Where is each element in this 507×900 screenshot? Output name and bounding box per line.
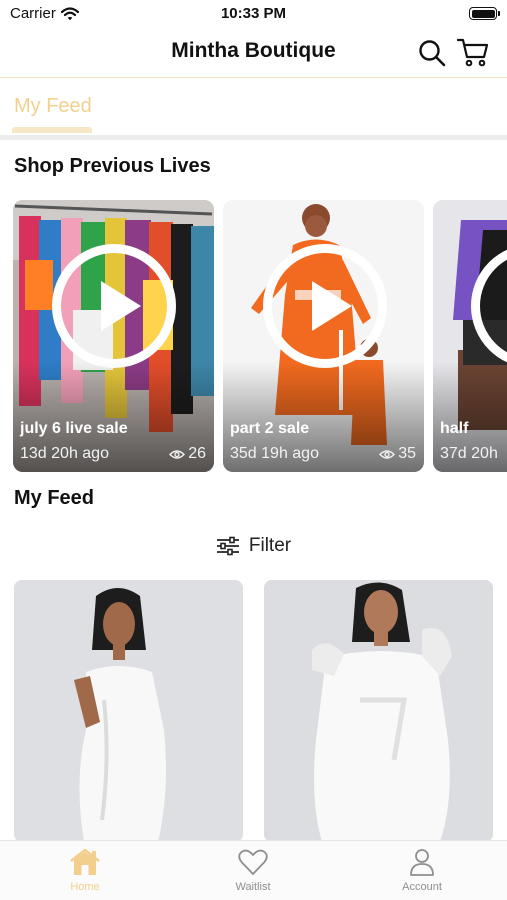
eye-icon	[169, 449, 186, 459]
home-icon	[70, 848, 100, 875]
tab-home[interactable]: Home	[30, 848, 140, 898]
tab-account-label: Account	[402, 881, 442, 893]
battery-icon	[469, 7, 500, 20]
live-title: part 2 sale	[230, 420, 310, 437]
previous-lives-heading: Shop Previous Lives	[14, 155, 211, 177]
tabs-divider	[0, 135, 507, 140]
cart-icon[interactable]	[457, 37, 489, 67]
play-icon[interactable]	[52, 244, 176, 368]
tab-waitlist-label: Waitlist	[235, 881, 271, 893]
my-feed-heading: My Feed	[14, 487, 95, 509]
live-time-ago: 35d 19h ago	[230, 445, 319, 462]
bottom-tab-bar: Home Waitlist Account	[0, 840, 507, 900]
live-title: half	[440, 420, 469, 437]
eye-icon	[379, 449, 396, 459]
view-count-value: 26	[188, 445, 206, 462]
product-card[interactable]	[264, 580, 493, 842]
live-time-ago: 13d 20h ago	[20, 445, 109, 462]
feed-tabs: My Feed	[0, 80, 507, 136]
search-icon[interactable]	[418, 39, 446, 67]
previous-lives-carousel[interactable]: july 6 live sale 13d 20h ago 26 part 2 s…	[0, 200, 507, 472]
navigation-bar: Mintha Boutique	[0, 28, 507, 78]
product-card[interactable]	[14, 580, 243, 842]
live-title: july 6 live sale	[20, 420, 128, 437]
status-time: 10:33 PM	[220, 5, 287, 22]
product-image	[264, 580, 493, 842]
tab-home-label: Home	[70, 881, 100, 893]
live-view-count: 35	[379, 445, 416, 463]
filter-button[interactable]: Filter	[0, 531, 507, 561]
live-view-count: 26	[169, 445, 206, 463]
heart-icon	[238, 849, 268, 875]
filter-label: Filter	[248, 535, 292, 556]
tab-active-indicator	[12, 127, 92, 133]
status-bar: Carrier 10:33 PM	[0, 0, 507, 28]
live-time-ago: 37d 20h	[440, 445, 498, 462]
tab-my-feed[interactable]: My Feed	[14, 95, 92, 118]
tab-waitlist[interactable]: Waitlist	[198, 848, 308, 898]
product-image	[14, 580, 243, 842]
live-card[interactable]: half 37d 20h	[433, 200, 507, 472]
tab-account[interactable]: Account	[367, 848, 477, 898]
sliders-icon	[216, 536, 239, 556]
person-icon	[410, 849, 434, 876]
live-card[interactable]: part 2 sale 35d 19h ago 35	[223, 200, 424, 472]
play-icon[interactable]	[263, 244, 387, 368]
view-count-value: 35	[398, 445, 416, 462]
live-card[interactable]: july 6 live sale 13d 20h ago 26	[13, 200, 214, 472]
